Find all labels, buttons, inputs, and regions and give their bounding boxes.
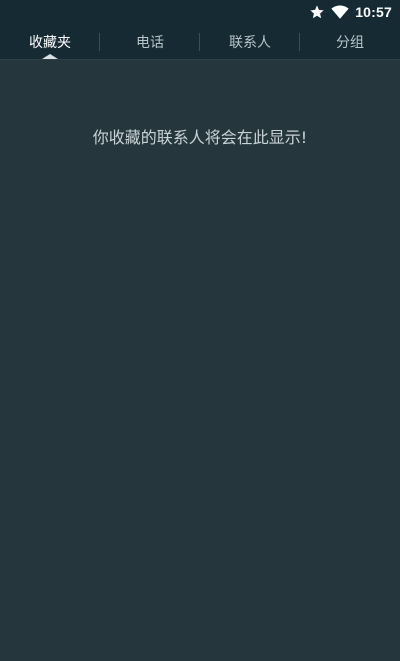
screen: 10:57 收藏夹 电话 联系人 分组 你收藏的联系人将会在此显示! bbox=[0, 0, 400, 661]
tab-label: 电话 bbox=[136, 34, 164, 51]
wifi-icon bbox=[331, 4, 349, 20]
tab-label: 联系人 bbox=[229, 34, 271, 51]
tab-label: 分组 bbox=[336, 34, 364, 51]
tab-favorites[interactable]: 收藏夹 bbox=[0, 24, 100, 59]
status-icons: 10:57 bbox=[309, 3, 392, 21]
star-icon bbox=[309, 4, 325, 20]
tab-groups[interactable]: 分组 bbox=[300, 24, 400, 59]
status-bar: 10:57 bbox=[0, 0, 400, 24]
active-tab-indicator bbox=[42, 54, 58, 59]
tab-bar: 收藏夹 电话 联系人 分组 bbox=[0, 24, 400, 60]
tab-phone[interactable]: 电话 bbox=[100, 24, 200, 59]
tab-contacts[interactable]: 联系人 bbox=[200, 24, 300, 59]
tab-label: 收藏夹 bbox=[29, 34, 71, 51]
empty-favorites-message: 你收藏的联系人将会在此显示! bbox=[92, 128, 308, 147]
clock: 10:57 bbox=[355, 4, 392, 20]
